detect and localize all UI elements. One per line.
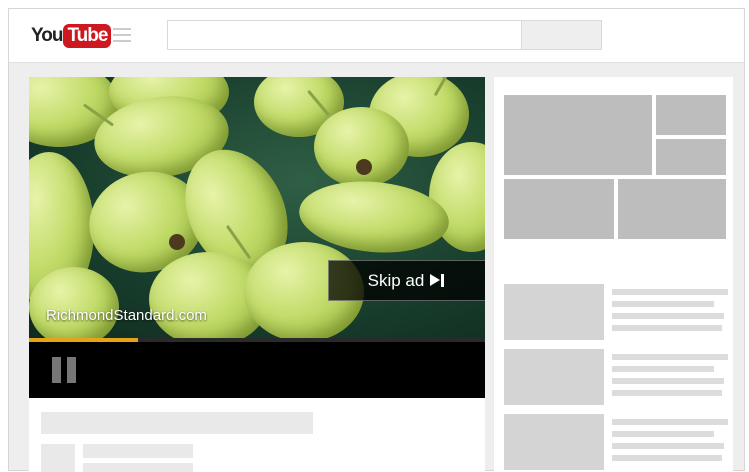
video-player[interactable]: RichmondStandard.com Skip ad [29,77,485,338]
ad-banner-tile[interactable] [504,95,652,175]
ad-banner-tile[interactable] [618,179,726,239]
ad-banner-tile[interactable] [656,139,726,175]
main-column: RichmondStandard.com Skip ad [29,77,485,472]
pause-icon[interactable] [52,357,77,383]
suggested-video-title-line [612,419,728,425]
suggested-video-thumbnail[interactable] [504,349,604,405]
suggested-video-thumbnail[interactable] [504,414,604,470]
video-title-placeholder [41,412,313,434]
suggested-video-title-line [612,431,714,437]
video-watermark: RichmondStandard.com [46,307,207,324]
top-header: You Tube [9,9,744,63]
suggested-video-meta-line [612,455,722,461]
skip-ad-button[interactable]: Skip ad [328,260,485,301]
logo-text-you: You [31,25,64,46]
skip-next-icon [430,274,446,287]
channel-avatar-placeholder [41,444,75,472]
sidebar-column [494,77,733,472]
suggested-video-meta-line [612,313,724,319]
suggested-video-title-line [612,301,714,307]
ad-banner-tile[interactable] [504,179,614,239]
hamburger-menu-icon[interactable] [113,28,131,42]
player-controls-bar [29,342,485,398]
search-button[interactable] [522,20,602,50]
suggested-video-meta-line [612,443,724,449]
suggested-video-meta-line [612,378,724,384]
channel-name-placeholder [83,444,193,458]
youtube-logo[interactable]: You Tube [31,23,112,49]
suggested-video-title-line [612,354,728,360]
search-input[interactable] [167,20,522,50]
suggested-video-title-line [612,289,728,295]
suggested-video-meta-line [612,325,722,331]
ad-banner-tile[interactable] [656,95,726,135]
browser-frame: You Tube RichmondStandard.com Skip ad [8,8,745,472]
suggested-video-title-line [612,366,714,372]
logo-text-tube: Tube [63,24,112,48]
skip-ad-label: Skip ad [367,270,425,290]
suggested-video-thumbnail[interactable] [504,284,604,340]
suggested-video-meta-line [612,390,722,396]
